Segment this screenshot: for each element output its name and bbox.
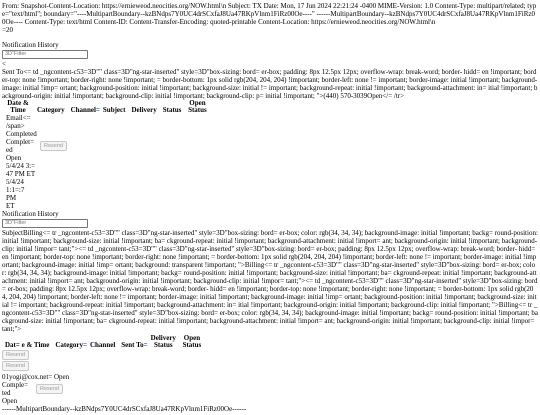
col-subject: Subject: [102, 106, 126, 114]
email-cell: Email<= /span>: [2, 114, 36, 130]
resend-button[interactable]: Resend: [40, 141, 67, 151]
col-open-status: Open Status: [188, 99, 207, 114]
date-time-cell-2: 5/4/24 1:1=:7 PM ET: [2, 178, 36, 210]
complete-status-2: Comple= ted: [2, 381, 29, 397]
col2-category: Category=: [55, 341, 87, 349]
page: From: Snapshot-Content-Location: https:/…: [0, 0, 540, 415]
complete-row: Complet= ed Resend: [2, 138, 538, 154]
complete-line-1: Complet=: [6, 138, 35, 146]
notification-history-title-2: Notification History: [2, 210, 59, 218]
col2-sent-to: Sent To=: [121, 341, 148, 349]
mime-header-text: From: Snapshot-Content-Location: https:/…: [2, 2, 537, 26]
filter-input-2[interactable]: [2, 219, 88, 228]
sent-to-raw-text: Sent To<= td _ngcontent-c53=3D"" class=3…: [2, 68, 538, 100]
date-time-1-line-2: 47 PM ET: [6, 170, 36, 178]
col2-channel: Channel: [89, 341, 116, 349]
date-time-2-line-1: 5/4/24: [6, 178, 24, 186]
email-line-2: /span>: [6, 122, 25, 130]
resend-button-3[interactable]: Resend: [2, 361, 29, 371]
filter-input[interactable]: [2, 50, 88, 59]
date-time-1-line-1: 5/4/24 3:=: [6, 162, 36, 170]
notification-history-title: Notification History: [2, 41, 59, 49]
equals-20-text: =20: [2, 26, 13, 34]
col2-open-status: Open Status: [182, 334, 202, 349]
col-delivery: Delivery: [131, 106, 157, 114]
email-line-1: Email<=: [6, 114, 31, 122]
date-time-2-line-2: 1:1=:7 PM: [6, 186, 25, 202]
notification-table-header: Date & Time Category Channel= Subject De…: [2, 100, 210, 114]
open-status-3: Open: [2, 397, 18, 405]
subject-raw-text: SubjectBilling<= tr _ngcontent-c53=3D"" …: [2, 229, 538, 333]
complete-row-2: Comple= ted Resend: [2, 381, 538, 397]
arrow-text: <: [2, 60, 6, 68]
col-category: Category: [37, 106, 65, 114]
col-status: Status: [162, 106, 182, 114]
completed-status: Completed: [6, 130, 37, 138]
multipart-boundary-footer: ------MultipartBoundary--kzBNdps7Y0UC4dr…: [2, 405, 247, 413]
complete-cell: Complet= ed: [6, 138, 36, 154]
col2-date-time: Dat= e & Time: [5, 341, 50, 349]
open-status-2: Open: [54, 373, 70, 381]
complete-line-2: ed: [6, 146, 13, 154]
date-time-cell-1: 5/4/24 3:= 47 PM ET: [2, 162, 36, 178]
col-date-time: Date & Time: [7, 99, 29, 114]
open-status: Open: [6, 154, 22, 162]
col2-delivery-status: Delivery Status: [150, 334, 176, 349]
resend-button-4[interactable]: Resend: [36, 384, 63, 394]
email-open-row: 01yogi@cox.net= Open: [2, 373, 538, 381]
col-channel: Channel=: [70, 106, 100, 114]
email-value: 01yogi@cox.net=: [2, 373, 53, 381]
notification-table-header-2: Dat= e & Time Category= Channel Sent To=…: [2, 335, 205, 349]
date-time-2-line-3: ET: [6, 202, 15, 210]
resend-button-2[interactable]: Resend: [2, 350, 29, 360]
